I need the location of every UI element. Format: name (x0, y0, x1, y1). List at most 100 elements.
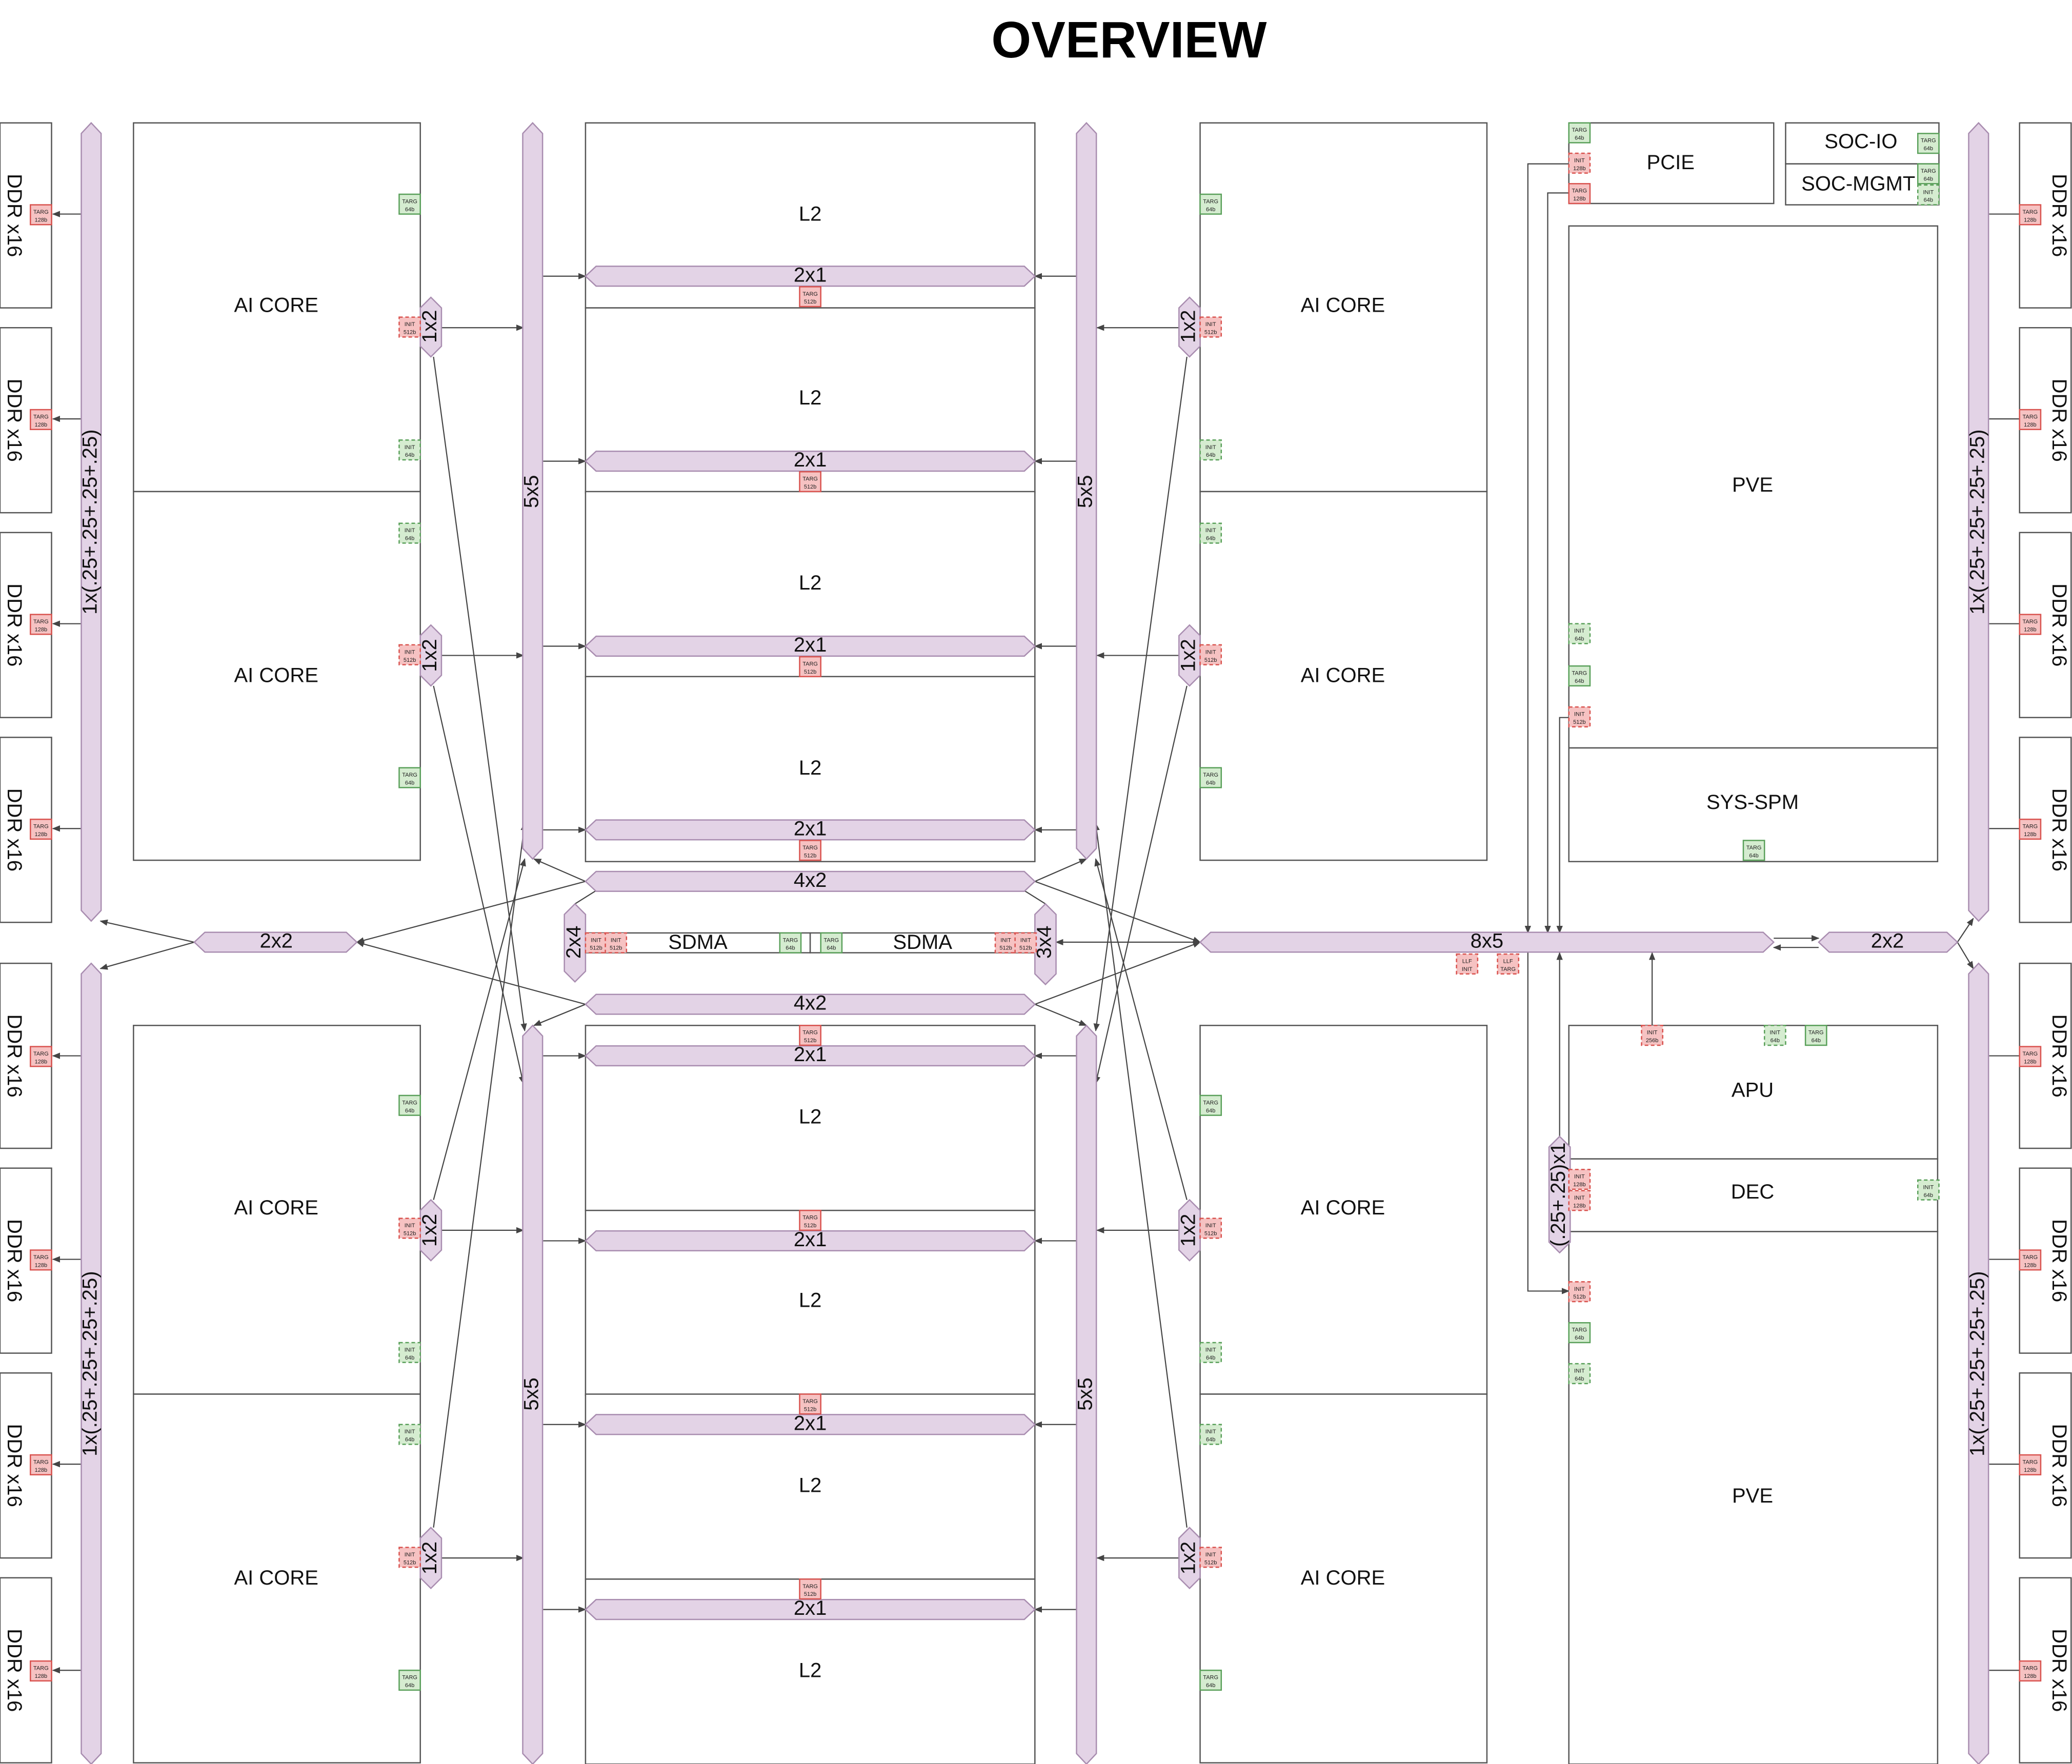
svg-text:128b: 128b (2024, 626, 2036, 633)
ai-core-6-label: AI CORE (1301, 664, 1385, 686)
pve-init-port: INIT 64b (1568, 623, 1591, 644)
init-port: INIT512b (398, 1218, 421, 1239)
ai-core-8-label: AI CORE (1301, 1567, 1385, 1589)
sdma-init-port: INIT 512b (1014, 932, 1037, 954)
svg-text:TARG: TARG (33, 619, 49, 625)
ddr-label: DDR x16 (3, 1219, 26, 1302)
svg-text:INIT: INIT (405, 1429, 415, 1435)
svg-text:128b: 128b (2024, 832, 2036, 838)
ddr-label: DDR x16 (2048, 1424, 2070, 1507)
xbar-2x1-3-label: 2x1 (794, 634, 827, 656)
targ-port: TARG 64b (1199, 1094, 1222, 1116)
l2-targ-port: TARG512b (799, 471, 822, 493)
ddr-bus-bottom-right-label: 1x(.25+.25+.25+.25) (1966, 1271, 1988, 1456)
l2-1-label: L2 (799, 203, 822, 226)
ddr-targ-port: TARG 128b (30, 204, 52, 226)
ddr-label: DDR x16 (3, 1014, 26, 1097)
pcie-targ-port: TARG 64b (1568, 122, 1591, 144)
xbar-2x1-4: 2x1 (585, 817, 1036, 841)
ddr-targ-port: TARG 128b (30, 409, 52, 431)
targ-port: TARG 64b (1199, 767, 1222, 788)
svg-text:512b: 512b (404, 657, 416, 663)
svg-text:TARG: TARG (802, 1030, 818, 1036)
pve-targ-port: TARG 64b (1568, 1322, 1591, 1344)
ddr-bus-top-right-label: 1x(.25+.25+.25+.25) (1966, 429, 1988, 614)
svg-text:TARG: TARG (33, 414, 49, 420)
svg-text:128b: 128b (35, 832, 47, 838)
connector-arrow (1544, 192, 1569, 934)
init-port: INIT64b (1199, 1342, 1222, 1363)
svg-text:INIT: INIT (1574, 628, 1585, 634)
svg-text:TARG: TARG (1921, 168, 1936, 174)
svg-text:64b: 64b (786, 945, 795, 951)
init-port: INIT64b (1199, 439, 1222, 461)
connector-arrow (1957, 942, 1974, 969)
svg-text:TARG: TARG (802, 1398, 818, 1405)
ddr-bus-top-right: 1x(.25+.25+.25+.25) (1966, 121, 1989, 922)
l2-8-label: L2 (799, 1659, 822, 1681)
soc-io-label: SOC-IO (1824, 130, 1897, 153)
svg-text:INIT: INIT (1574, 711, 1585, 717)
ddr-label: DDR x16 (3, 174, 26, 257)
sdma-init-port: INIT 512b (605, 932, 628, 954)
svg-text:64b: 64b (1206, 452, 1215, 458)
svg-text:64b: 64b (1749, 853, 1758, 859)
svg-text:INIT: INIT (1000, 937, 1011, 943)
svg-text:512b: 512b (804, 1406, 816, 1412)
l2-targ-port: TARG512b (799, 1393, 822, 1415)
xbar-2x1-5: 2x1 (585, 1043, 1036, 1067)
svg-text:128b: 128b (35, 422, 47, 428)
connector-arrow (533, 1004, 586, 1026)
llf-init-port: LLF INIT (1456, 953, 1479, 975)
svg-text:INIT: INIT (405, 444, 415, 451)
connector-arrow (574, 890, 597, 905)
svg-text:64b: 64b (1206, 780, 1215, 786)
svg-text:64b: 64b (405, 1355, 414, 1361)
init-port: INIT512b (398, 1547, 421, 1568)
dec-label: DEC (1731, 1181, 1774, 1203)
ddr-label: DDR x16 (2048, 1629, 2070, 1712)
xbar-4x2-bottom-label: 4x2 (794, 992, 827, 1015)
svg-text:128b: 128b (35, 626, 47, 633)
svg-text:64b: 64b (1206, 536, 1215, 542)
connector-arrow (356, 941, 586, 1005)
ai-core-1-label: AI CORE (234, 294, 318, 317)
llf-targ-port: LLF TARG (1497, 953, 1520, 975)
connector-arrow (1094, 858, 1188, 1200)
svg-text:64b: 64b (405, 452, 414, 458)
xbar-2x1-5-label: 2x1 (794, 1043, 827, 1066)
svg-text:128b: 128b (1573, 166, 1585, 172)
dec-init-port: INIT 64b (1917, 1179, 1940, 1201)
apu-label: APU (1732, 1079, 1774, 1102)
svg-text:512b: 512b (804, 299, 816, 305)
soc-mgmt-label: SOC-MGMT (1801, 172, 1915, 195)
targ-port: TARG 64b (398, 767, 421, 788)
svg-text:TARG: TARG (2022, 1459, 2038, 1465)
svg-text:INIT: INIT (1205, 1347, 1216, 1353)
pve-bottom-label: PVE (1732, 1485, 1773, 1507)
xbar-8x5: 8x5 (1199, 929, 1775, 953)
svg-text:TARG: TARG (1921, 138, 1936, 144)
svg-text:TARG: TARG (802, 1215, 818, 1221)
ddr-targ-port: TARG 128b (2019, 409, 2042, 431)
xbar-1x2-4: 1x2 (418, 1527, 442, 1590)
xbar-1x2-5: 1x2 (1177, 296, 1201, 358)
svg-text:TARG: TARG (33, 1051, 49, 1057)
svg-text:128b: 128b (35, 1059, 47, 1065)
svg-text:INIT: INIT (1923, 1184, 1934, 1190)
svg-text:128b: 128b (2024, 422, 2036, 428)
init-port: INIT512b (1199, 1547, 1222, 1568)
xbar-5x5-bottom-right: 5x5 (1074, 1024, 1097, 1764)
xbar-4x2-bottom: 4x2 (585, 992, 1036, 1015)
pcie-targ-port: TARG 128b (1568, 183, 1591, 205)
xbar-2x2-left-label: 2x2 (259, 929, 293, 952)
ai-core-6: AI CORE (1199, 491, 1488, 861)
xbar-8x5-label: 8x5 (1471, 929, 1504, 952)
svg-text:128b: 128b (1573, 1203, 1585, 1209)
xbar-1x2-8: 1x2 (1177, 1527, 1201, 1590)
svg-text:LLF: LLF (1462, 958, 1472, 964)
connector-arrow (1556, 717, 1569, 934)
svg-text:INIT: INIT (1574, 1368, 1585, 1374)
svg-text:128b: 128b (35, 1673, 47, 1679)
sdma-init-port: INIT 512b (585, 932, 608, 954)
